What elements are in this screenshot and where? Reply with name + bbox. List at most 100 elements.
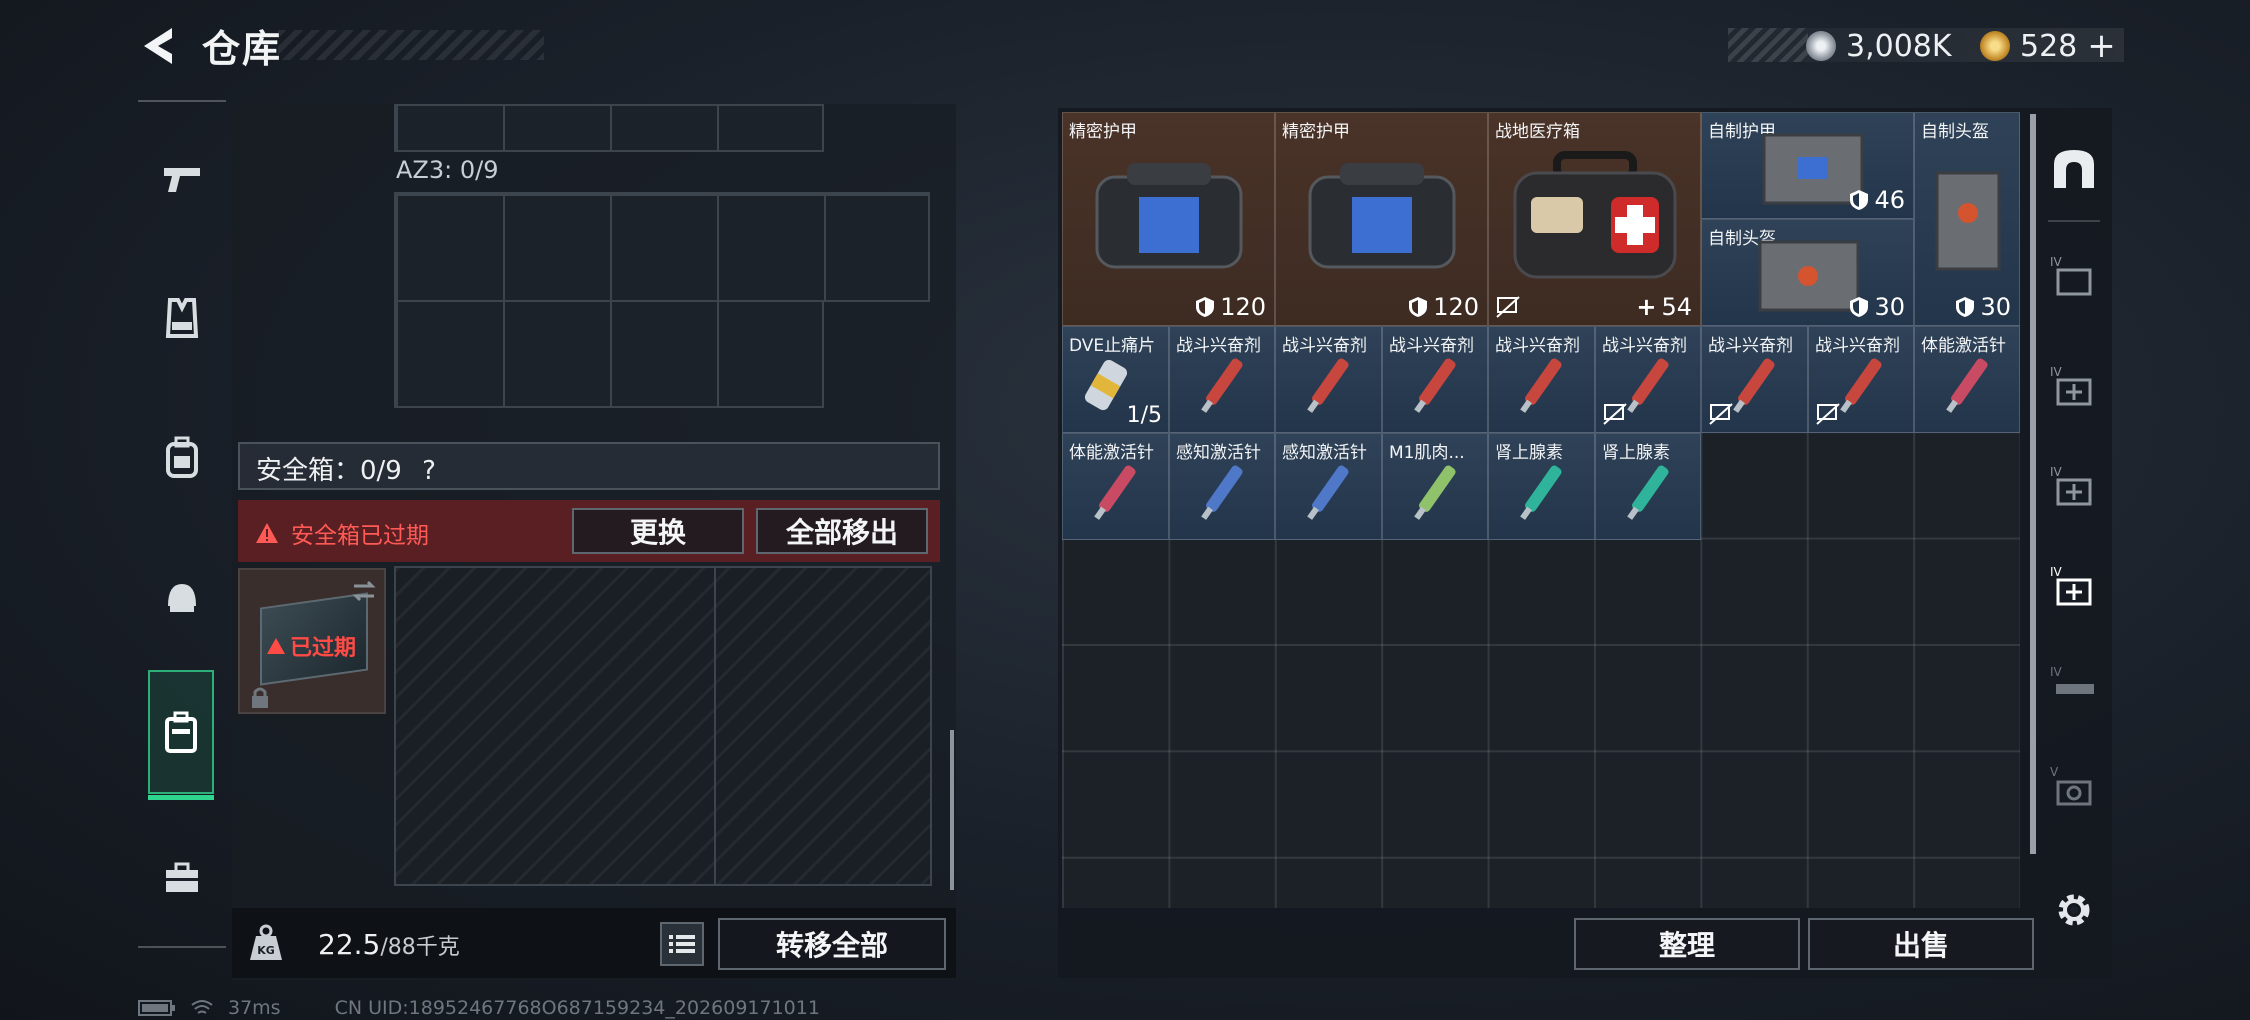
replace-button[interactable]: 更换 [572,508,744,554]
nav-divider [138,100,226,102]
az3-grid-top[interactable] [394,192,930,302]
back-button[interactable] [138,24,182,68]
stash-item[interactable]: 战地医疗箱 + 54 [1488,112,1701,326]
gold-currency-value: 528 [2020,28,2078,64]
medkit-image [1513,151,1677,279]
plus-icon: + [1636,293,1657,321]
rail-item-3[interactable]: IV [2040,438,2108,538]
ping-text: 37ms [228,997,281,1019]
medkit-tier-icon: IV [2050,565,2092,606]
sell-button[interactable]: 出售 [1808,918,2034,970]
container-scrollbar[interactable] [950,730,954,890]
camera-tier-icon: V [2050,765,2092,806]
help-icon[interactable]: ? [422,456,436,486]
stash-item[interactable]: 战斗兴奋剂 [1701,326,1808,433]
helmet-icon [168,584,196,612]
stash-item[interactable]: 感知激活针 [1169,433,1275,540]
stimulant-image [1414,358,1456,413]
silver-currency: 3,008K [1806,26,1952,66]
stash-item[interactable]: 体能激活针 [1914,326,2020,433]
svg-text:IV: IV [2050,365,2063,379]
stash-scrollbar[interactable] [2030,114,2036,854]
transfer-all-button[interactable]: 转移全部 [718,918,946,970]
armor-image [1308,163,1456,269]
adrenaline-image [1520,465,1562,520]
status-row: 37ms CN UID:18952467768O687159234_202609… [138,996,820,1020]
weight-readout: 22.5/88千克 [318,928,460,961]
stimulant-image [1201,358,1243,413]
stash-item[interactable]: 自制护甲 46 [1701,112,1914,219]
previous-container-grid[interactable] [394,104,824,152]
silver-currency-value: 3,008K [1846,28,1952,64]
stash-item[interactable]: 肾上腺素 [1488,433,1595,540]
medkit-tier-icon: IV [2050,365,2092,406]
nav-item-backpack[interactable] [138,398,226,518]
expired-badge: 已过期 [266,630,356,662]
lock-icon [252,687,268,708]
svg-text:IV: IV [2050,565,2063,579]
nav-item-briefcase[interactable] [138,818,226,938]
weapon-icon [164,168,200,192]
rail-item-4-active[interactable]: IV [2040,538,2108,638]
silver-coin-icon [1806,31,1836,61]
az3-grid-bottom[interactable] [394,300,824,408]
add-currency-button[interactable]: + [2087,26,2116,66]
rail-item-2[interactable]: IV [2040,338,2108,438]
list-view-button[interactable] [660,922,704,966]
vest-icon [165,298,199,338]
stash-item[interactable]: 战斗兴奋剂 [1488,326,1595,433]
safebox-item-slot[interactable]: 已过期 [238,568,386,714]
item-name: DVE止痛片 [1069,336,1156,356]
rail-item-1[interactable]: IV [2040,228,2108,328]
medkit-tier-icon: IV [2050,465,2092,506]
homemade-helmet-image [1758,240,1860,312]
gold-currency[interactable]: 528 + [1980,26,2116,66]
stash-item[interactable]: DVE止痛片 1/5 [1062,326,1169,433]
item-durability: 120 [1408,293,1479,321]
list-icon [669,935,695,953]
weapon-tier-icon: IV [2050,665,2094,694]
nav-item-vest[interactable] [138,258,226,378]
item-name: 战地医疗箱 [1495,122,1580,142]
safebox-icon [165,711,197,753]
stash-grid[interactable]: 精密护甲 120 精密护甲 120 战地医疗箱 + 54 自制护甲 46 自制头… [1062,112,2020,908]
organize-button[interactable]: 整理 [1574,918,1800,970]
stash-item[interactable]: 体能激活针 [1062,433,1169,540]
stash-item[interactable]: 自制头盔 30 [1914,112,2020,326]
no-insurance-icon [1496,296,1520,318]
no-insurance-icon [1603,403,1627,425]
rail-divider [2048,220,2100,222]
stash-item[interactable]: 战斗兴奋剂 [1169,326,1275,433]
stash-item[interactable]: 战斗兴奋剂 [1808,326,1914,433]
rail-item-6[interactable]: V [2040,738,2108,838]
armor-icon [1409,297,1428,317]
move-all-out-button[interactable]: 全部移出 [756,508,928,554]
battery-icon [138,1000,175,1016]
rail-item-5[interactable]: IV [2040,638,2108,738]
back-arrow-icon [144,28,172,64]
nav-item-weapon[interactable] [138,118,226,238]
item-heal-amount: + 54 [1636,293,1692,321]
nav-divider [138,946,226,948]
nav-item-helmet[interactable] [138,538,226,658]
svg-text:IV: IV [2050,465,2063,479]
stash-item[interactable]: 战斗兴奋剂 [1382,326,1488,433]
armor-icon [1850,190,1869,210]
stash-item[interactable]: 战斗兴奋剂 [1595,326,1701,433]
gear-icon [2058,894,2090,926]
stash-item[interactable]: 战斗兴奋剂 [1275,326,1382,433]
stash-item[interactable]: M1肌肉... [1382,433,1488,540]
item-durability: 46 [1849,186,1905,214]
stash-item[interactable]: 自制头盔 30 [1701,219,1914,326]
rail-all-button[interactable] [2040,118,2108,218]
stash-item[interactable]: 感知激活针 [1275,433,1382,540]
safebox-grid[interactable] [394,566,932,886]
swap-icon[interactable] [350,580,378,602]
stash-item[interactable]: 精密护甲 120 [1062,112,1275,326]
svg-text:IV: IV [2050,255,2063,269]
stash-item[interactable]: 肾上腺素 [1595,433,1701,540]
nav-item-safebox[interactable] [148,670,214,800]
item-count: 1/5 [1126,403,1162,428]
settings-button[interactable] [2040,860,2108,960]
stash-item[interactable]: 精密护甲 120 [1275,112,1488,326]
